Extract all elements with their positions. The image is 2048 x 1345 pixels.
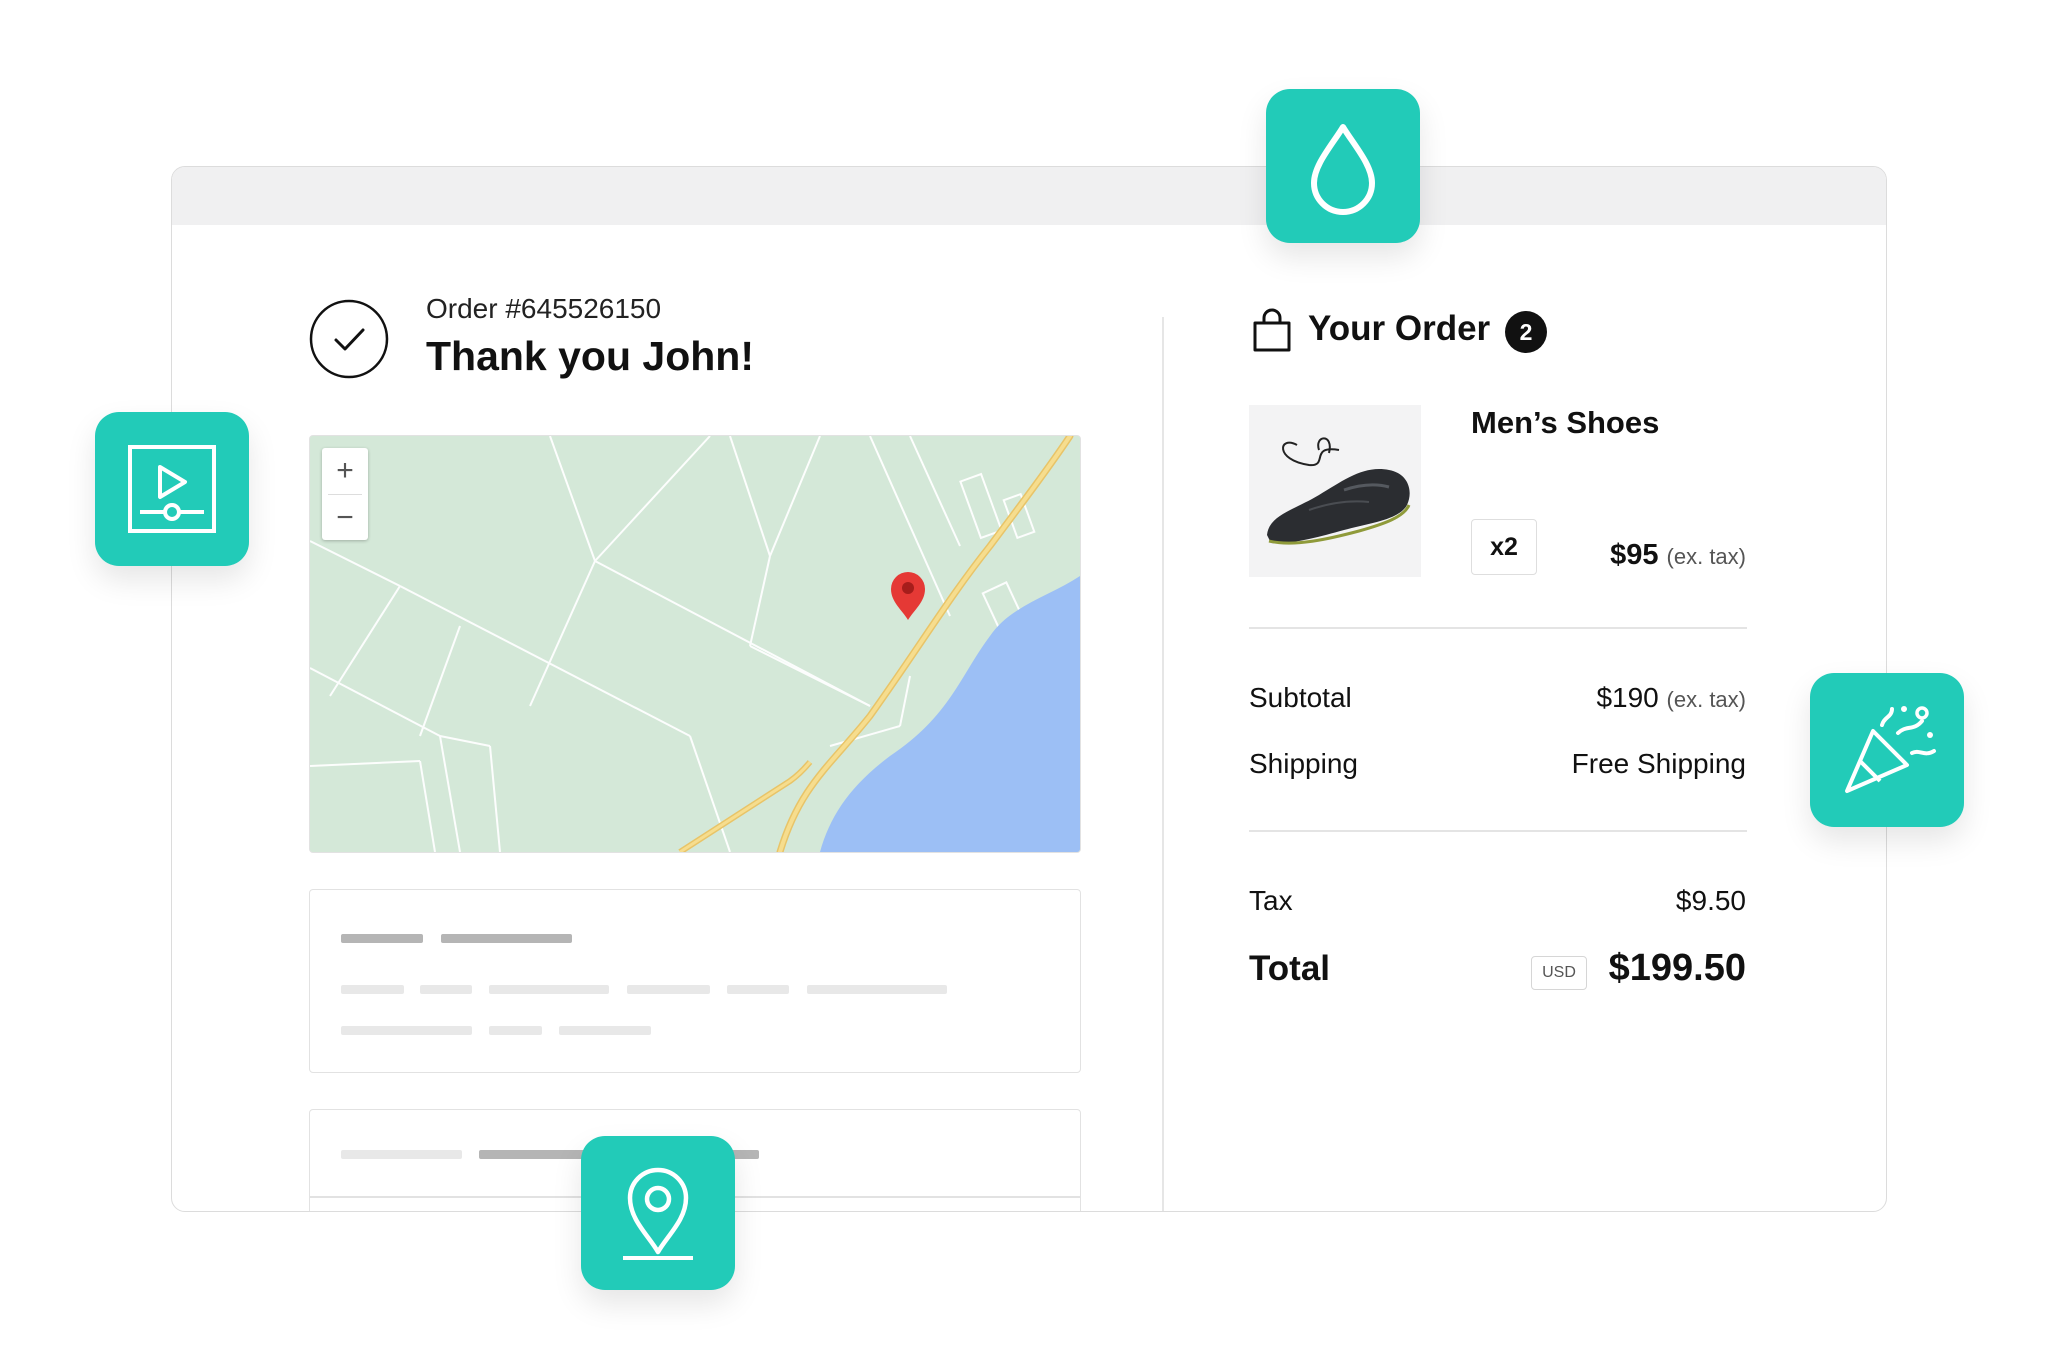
product-name: Men’s Shoes [1471,405,1660,440]
video-player-icon [128,445,216,533]
item-price-value: $95 [1610,539,1659,571]
column-divider [1162,317,1164,1211]
shipping-value: Free Shipping [1571,748,1746,779]
map-zoom-control: + − [322,448,368,540]
summary-divider [1249,830,1747,832]
zoom-out-button[interactable]: − [322,495,368,541]
skeleton-line [341,934,423,943]
video-player-tile[interactable] [95,412,249,566]
quantity-badge: x2 [1471,519,1537,575]
item-price-note: (ex. tax) [1666,544,1746,569]
shipping-label: Shipping [1249,748,1358,779]
skeleton-line [341,1150,462,1159]
party-popper-icon [1845,706,1936,793]
currency-badge: USD [1531,956,1587,990]
checkout-window: Order #645526150 Thank you John! + − You… [171,166,1887,1212]
product-image [1249,405,1421,577]
zoom-in-button[interactable]: + [322,448,368,494]
subtotal-amount: $190 [1596,682,1659,713]
skeleton-line [489,1026,542,1035]
placeholder-card [309,889,1081,1073]
drop-icon [1311,124,1375,215]
skeleton-line [441,934,572,943]
skeleton-line [420,985,472,994]
skeleton-line [727,985,789,994]
window-titlebar [172,167,1886,225]
checkmark-circle-icon [309,299,389,379]
tax-label: Tax [1249,885,1293,916]
tax-value: $9.50 [1675,885,1746,916]
drop-tile[interactable] [1266,89,1420,243]
subtotal-note: (ex. tax) [1666,687,1746,712]
order-number: Order #645526150 [426,293,662,324]
page-title: Thank you John! [426,333,754,379]
total-label: Total [1249,949,1331,988]
skeleton-line [627,985,710,994]
skeleton-line [559,1026,651,1035]
shopping-bag-icon [1253,308,1291,352]
summary-divider [1249,627,1747,629]
location-tile[interactable] [581,1136,735,1290]
subtotal-value: $190 (ex. tax) [1596,682,1746,714]
subtotal-label: Subtotal [1249,682,1352,713]
party-popper-tile[interactable] [1810,673,1964,827]
location-pin-icon [623,1167,693,1260]
item-count-badge: 2 [1505,311,1547,353]
skeleton-line [807,985,947,994]
skeleton-line [341,985,404,994]
order-summary-title: Your Order [1308,309,1491,348]
map-canvas [310,436,1080,852]
item-price: $95 (ex. tax) [1610,539,1746,572]
skeleton-line [341,1026,472,1035]
shoe-image [1267,437,1411,545]
delivery-map[interactable]: + − [309,435,1081,853]
skeleton-line [489,985,609,994]
total-value: $199.50 [1608,947,1746,989]
